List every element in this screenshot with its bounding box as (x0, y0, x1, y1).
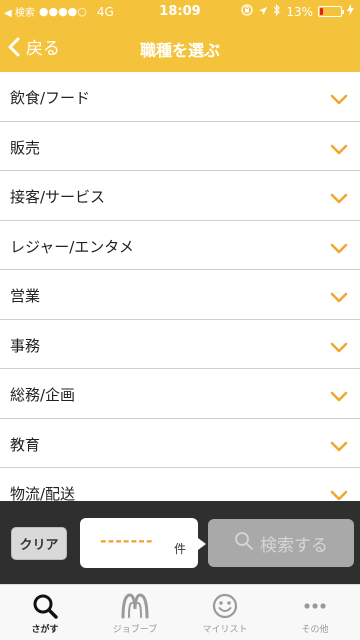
list-item-label: 教育 (10, 435, 41, 454)
list-item-label: 営業 (10, 287, 41, 305)
list-item[interactable]: 販売 (0, 122, 360, 171)
orientation-lock-icon (241, 4, 253, 19)
status-right: 13% (241, 4, 354, 19)
list-item-label: 総務/企画 (10, 386, 76, 404)
chevron-down-icon (330, 239, 348, 258)
chevron-down-icon (330, 288, 348, 307)
smiley-icon (212, 593, 238, 619)
tab-label: マイリスト (202, 625, 248, 635)
list-item[interactable]: 事務 (0, 320, 360, 369)
tab-mylist[interactable]: マイリスト (180, 585, 270, 640)
list-item-label: 飲食/フード (10, 89, 91, 107)
search-icon (32, 593, 58, 619)
chevron-down-icon (330, 486, 348, 501)
tab-label: さがす (31, 625, 59, 635)
status-bar: ◀ 検索 ●●●●○ 4G 18:09 13% (0, 0, 360, 24)
chevron-down-icon (330, 387, 348, 406)
more-dots-icon (302, 593, 328, 619)
battery-level (320, 8, 323, 15)
charging-bolt-icon (347, 4, 354, 19)
result-count-box: ------- 件 (80, 518, 206, 568)
list-item-label: 接客/サービス (10, 188, 106, 206)
chevron-down-icon (330, 189, 348, 208)
tab-bar: さがす ジョブーブ マイリスト その他 (0, 584, 360, 640)
list-item[interactable]: 接客/サービス (0, 171, 360, 221)
list-item[interactable]: 物流/配送 (0, 468, 360, 501)
tab-label: その他 (301, 625, 329, 635)
list-item[interactable]: 飲食/フード (0, 72, 360, 122)
list-item[interactable]: 営業 (0, 270, 360, 320)
battery-icon (318, 6, 344, 17)
navigation-bar: 戻る 職種を選ぶ (0, 24, 360, 72)
list-item-label: 事務 (10, 336, 41, 355)
bluetooth-icon (273, 4, 281, 19)
search-button[interactable]: 検索する (208, 519, 354, 567)
chevron-down-icon (330, 338, 348, 357)
search-toolbar: クリア ------- 件 検索する (0, 501, 360, 584)
chevron-down-icon (330, 90, 348, 109)
tab-jobuubu[interactable]: ジョブーブ (90, 585, 180, 640)
tab-more[interactable]: その他 (270, 585, 360, 640)
result-count-value: ------- (100, 531, 154, 550)
list-item-label: レジャー/エンタメ (10, 237, 134, 256)
list-item[interactable]: レジャー/エンタメ (0, 221, 360, 270)
result-count-unit: 件 (174, 542, 187, 556)
clear-button[interactable]: クリア (11, 527, 67, 560)
list-item[interactable]: 総務/企画 (0, 369, 360, 419)
page-title: 職種を選ぶ (139, 41, 220, 60)
battery-percent: 13% (286, 4, 313, 19)
location-arrow-icon (258, 5, 268, 19)
chevron-down-icon (330, 140, 348, 159)
list-item-label: 物流/配送 (10, 485, 76, 501)
jobuubu-logo-icon (120, 593, 150, 619)
tab-search[interactable]: さがす (0, 585, 90, 640)
job-category-list: 飲食/フード 販売 接客/サービス レジャー/エンタメ 営業 事務 総務/企画 … (0, 72, 360, 501)
search-icon (234, 531, 254, 556)
search-button-label: 検索する (260, 535, 328, 556)
chevron-down-icon (330, 437, 348, 456)
tab-label: ジョブーブ (112, 625, 158, 635)
list-item-label: 販売 (10, 138, 41, 157)
list-item[interactable]: 教育 (0, 419, 360, 468)
